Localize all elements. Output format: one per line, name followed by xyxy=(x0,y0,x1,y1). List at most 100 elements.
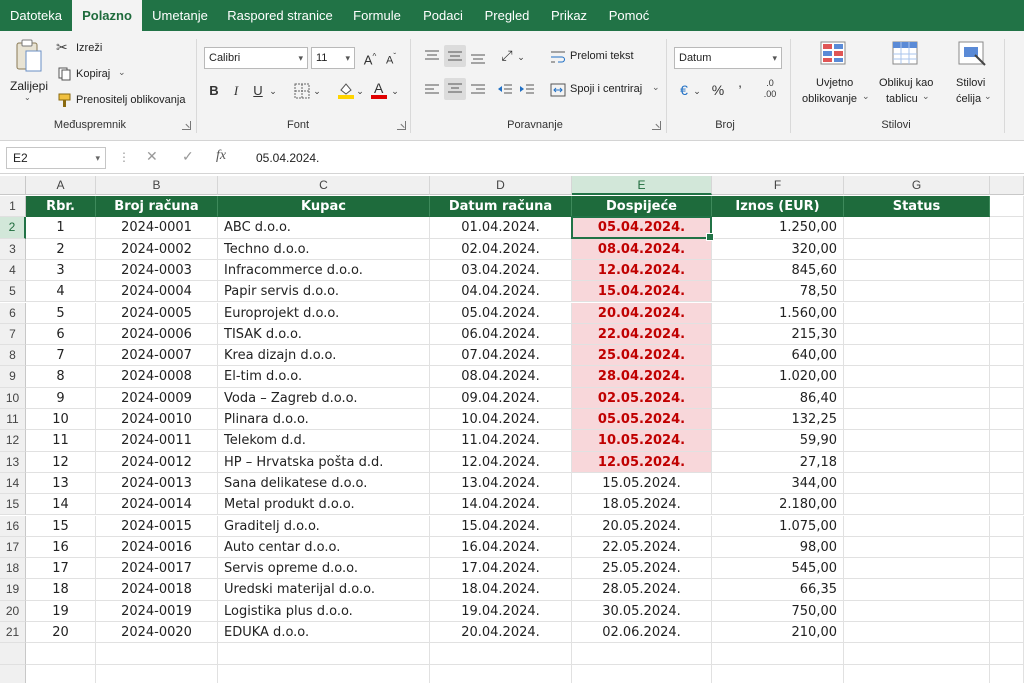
cell-empty[interactable] xyxy=(26,664,96,683)
cell-status[interactable] xyxy=(844,536,990,559)
cell-rbr[interactable]: 3 xyxy=(26,259,96,282)
cell-due-date[interactable]: 22.05.2024. xyxy=(572,536,712,559)
cell-amount[interactable]: 59,90 xyxy=(712,430,844,452)
row-header[interactable] xyxy=(0,664,26,683)
cell-invoice-date[interactable]: 15.04.2024. xyxy=(430,515,572,537)
cell-due-date[interactable]: 05.04.2024. xyxy=(572,217,712,239)
tab-datoteka[interactable]: Datoteka xyxy=(0,0,72,31)
cell-customer[interactable]: Infracommerce d.o.o. xyxy=(218,259,430,282)
cell-rbr[interactable]: 4 xyxy=(26,281,96,303)
cell-invoice-date[interactable]: 08.04.2024. xyxy=(430,366,572,388)
decimal-icon[interactable]: .0.00 xyxy=(760,78,780,100)
row-header[interactable]: 17 xyxy=(0,536,26,559)
cell-invoice-number[interactable]: 2024-0017 xyxy=(96,558,218,580)
row-header[interactable]: 14 xyxy=(0,472,26,495)
cell-empty[interactable] xyxy=(218,664,430,683)
cell-status[interactable] xyxy=(844,430,990,452)
cell-rbr[interactable]: 10 xyxy=(26,409,96,431)
cell-invoice-number[interactable]: 2024-0007 xyxy=(96,345,218,367)
cell-due-date[interactable]: 02.06.2024. xyxy=(572,622,712,644)
align-center-button[interactable] xyxy=(444,78,466,100)
align-right-icon[interactable] xyxy=(470,82,486,98)
cell-empty[interactable] xyxy=(572,664,712,683)
cell-status[interactable] xyxy=(844,302,990,324)
cell-due-date[interactable]: 20.04.2024. xyxy=(572,302,712,324)
cell-rbr[interactable]: 19 xyxy=(26,600,96,622)
cell-due-date[interactable]: 10.05.2024. xyxy=(572,430,712,452)
column-header-e[interactable]: E xyxy=(572,176,712,195)
wrap-text-button[interactable]: Prelomi tekst xyxy=(548,47,648,67)
tab-umetanje[interactable]: Umetanje xyxy=(142,0,218,31)
cell-empty[interactable] xyxy=(990,622,1024,644)
borders-icon[interactable] xyxy=(294,83,310,99)
cell-status[interactable] xyxy=(844,579,990,601)
cell-styles-button[interactable]: Stilovi ćelija ⌄ xyxy=(944,37,1000,117)
row-header[interactable]: 18 xyxy=(0,558,26,580)
cell-invoice-date[interactable]: 17.04.2024. xyxy=(430,558,572,580)
cell-invoice-date[interactable]: 14.04.2024. xyxy=(430,494,572,516)
grow-font-button[interactable]: A^ xyxy=(361,48,379,69)
cell-invoice-date[interactable]: 04.04.2024. xyxy=(430,281,572,303)
cell-due-date[interactable]: 08.04.2024. xyxy=(572,238,712,260)
cell-amount[interactable]: 78,50 xyxy=(712,281,844,303)
cell-status[interactable] xyxy=(844,387,990,409)
insert-function-icon[interactable]: fx xyxy=(216,148,226,164)
cell-customer[interactable]: Logistika plus d.o.o. xyxy=(218,600,430,622)
cell-amount[interactable]: 2.180,00 xyxy=(712,494,844,516)
cell-invoice-date[interactable]: 13.04.2024. xyxy=(430,472,572,495)
cell-due-date[interactable]: 30.05.2024. xyxy=(572,600,712,622)
cell-rbr[interactable]: 17 xyxy=(26,558,96,580)
cell-amount[interactable]: 1.020,00 xyxy=(712,366,844,388)
cell-customer[interactable]: ABC d.o.o. xyxy=(218,217,430,239)
row-header[interactable]: 2 xyxy=(0,217,26,239)
cell-status[interactable] xyxy=(844,238,990,260)
cell-due-date[interactable]: 15.04.2024. xyxy=(572,281,712,303)
cell-customer[interactable]: Uredski materijal d.o.o. xyxy=(218,579,430,601)
formula-input[interactable]: 05.04.2024. xyxy=(250,147,1020,169)
cell-invoice-number[interactable]: 2024-0004 xyxy=(96,281,218,303)
cell-due-date[interactable]: 25.05.2024. xyxy=(572,558,712,580)
cell-invoice-number[interactable]: 2024-0011 xyxy=(96,430,218,452)
cell-empty[interactable] xyxy=(712,643,844,665)
cell-invoice-number[interactable]: 2024-0018 xyxy=(96,579,218,601)
cell-customer[interactable]: TISAK d.o.o. xyxy=(218,323,430,346)
cell-customer[interactable]: Sana delikatese d.o.o. xyxy=(218,472,430,495)
chevron-down-icon[interactable]: ⌄ xyxy=(390,82,400,100)
italic-button[interactable]: I xyxy=(228,82,244,100)
cell-empty[interactable] xyxy=(990,515,1024,537)
cell-amount[interactable]: 132,25 xyxy=(712,409,844,431)
cell-amount[interactable]: 1.560,00 xyxy=(712,302,844,324)
font-color-button[interactable]: A xyxy=(370,80,388,100)
cell-status[interactable] xyxy=(844,323,990,346)
cell-status[interactable] xyxy=(844,515,990,537)
cell-status[interactable] xyxy=(844,600,990,622)
cell-empty[interactable] xyxy=(990,366,1024,388)
cell-empty[interactable] xyxy=(990,281,1024,303)
cell-status[interactable] xyxy=(844,451,990,473)
chevron-down-icon[interactable]: ⌄ xyxy=(355,82,365,100)
cell-status[interactable] xyxy=(844,345,990,367)
cell-invoice-date[interactable]: 05.04.2024. xyxy=(430,302,572,324)
cell-invoice-date[interactable]: 18.04.2024. xyxy=(430,579,572,601)
cell-due-date[interactable]: 12.04.2024. xyxy=(572,259,712,282)
column-header-f[interactable]: F xyxy=(712,176,844,195)
header-status[interactable]: Status xyxy=(844,196,990,218)
cell-invoice-number[interactable]: 2024-0013 xyxy=(96,472,218,495)
cell-due-date[interactable]: 12.05.2024. xyxy=(572,451,712,473)
cell-amount[interactable]: 215,30 xyxy=(712,323,844,346)
name-box[interactable]: E2 ▾ xyxy=(6,147,106,169)
font-name-combo[interactable]: Calibri ▾ xyxy=(204,47,308,69)
cell-due-date[interactable]: 20.05.2024. xyxy=(572,515,712,537)
cell-invoice-date[interactable]: 01.04.2024. xyxy=(430,217,572,239)
cell-empty[interactable] xyxy=(572,643,712,665)
cell-due-date[interactable]: 22.04.2024. xyxy=(572,323,712,346)
cell-rbr[interactable]: 5 xyxy=(26,302,96,324)
cell-due-date[interactable]: 18.05.2024. xyxy=(572,494,712,516)
row-header[interactable]: 3 xyxy=(0,238,26,260)
shrink-font-button[interactable]: Aˇ xyxy=(382,48,400,70)
cell-customer[interactable]: Servis opreme d.o.o. xyxy=(218,558,430,580)
header-invoice-date[interactable]: Datum računa xyxy=(430,196,572,218)
cell-empty[interactable] xyxy=(990,387,1024,409)
clipboard-launcher-icon[interactable] xyxy=(182,121,191,130)
cut-button[interactable]: ✂ Izreži xyxy=(56,39,116,59)
